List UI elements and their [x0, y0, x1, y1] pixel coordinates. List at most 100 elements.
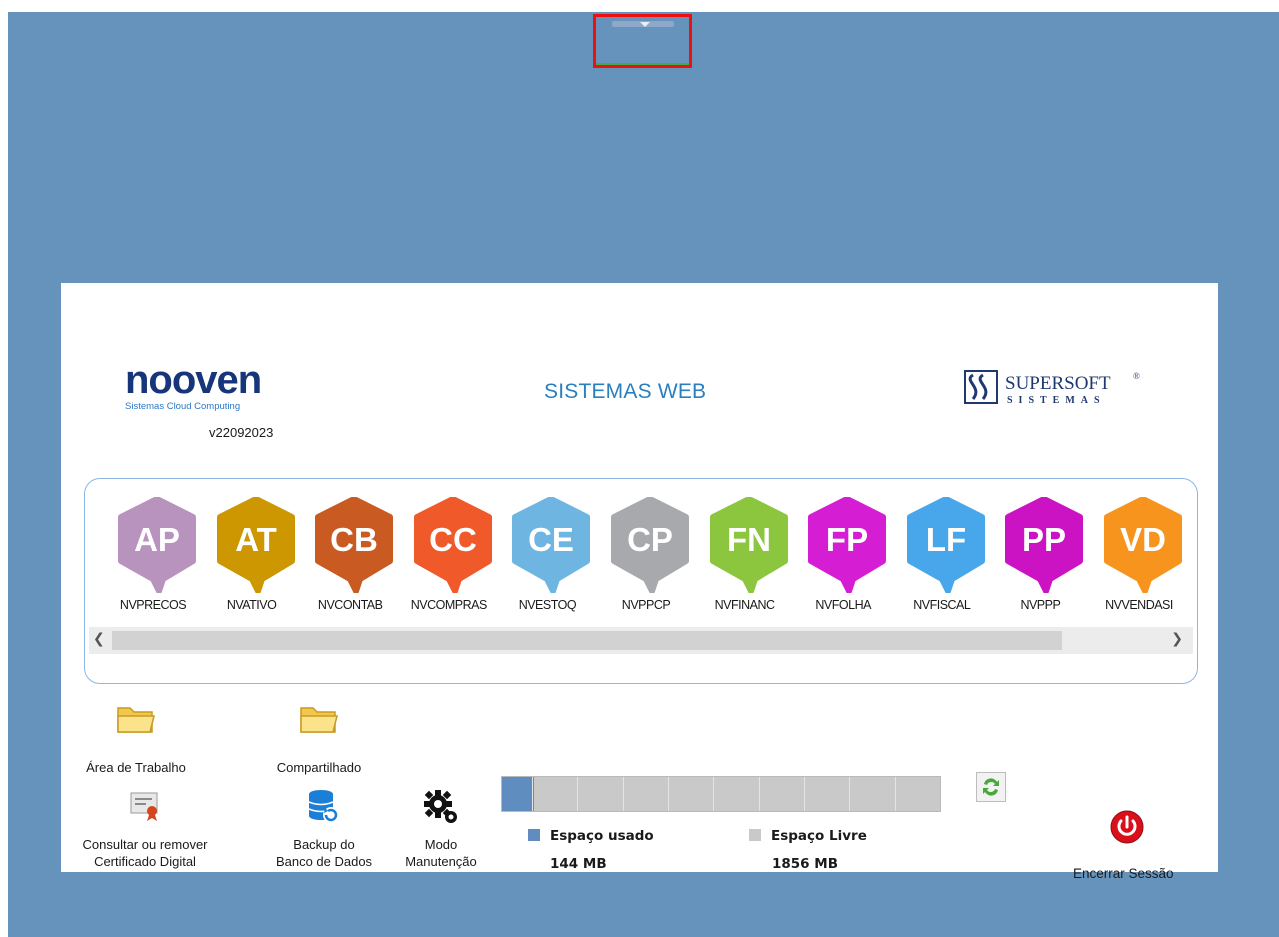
storage-segment-divider	[577, 777, 579, 811]
used-space-value: 144 MB	[550, 856, 607, 872]
app-label: NVVENDASI	[1105, 598, 1173, 612]
free-space-label: Espaço Livre	[771, 828, 867, 844]
gear-icon	[424, 790, 457, 823]
page-title: SISTEMAS WEB	[544, 380, 707, 403]
app-badge-icon: PP	[1005, 497, 1084, 593]
app-label: NVFISCAL	[913, 598, 971, 612]
launcher-panel: nooven Sistemas Cloud Computing v2209202…	[61, 283, 1218, 881]
app-code: AP	[134, 521, 180, 558]
storage-segment-divider	[894, 777, 896, 811]
storage-segment-divider	[849, 777, 851, 811]
shared-folder-button[interactable]: Compartilhado	[264, 701, 374, 776]
app-code: FP	[826, 521, 868, 558]
app-label: NVPPP	[1020, 598, 1061, 612]
storage-segment-divider	[758, 777, 760, 811]
app-code: CP	[627, 521, 673, 558]
maintenance-label-1: Modo	[424, 837, 458, 852]
app-code: CB	[330, 521, 378, 558]
app-tile-nvcompras[interactable]: CC NVCOMPRAS	[401, 497, 497, 617]
workspace-label: Área de Trabalho	[86, 760, 186, 775]
supersoft-subtitle: SISTEMAS	[1007, 395, 1106, 406]
app-code: CE	[528, 521, 574, 558]
logout-label[interactable]: Encerrar Sessão	[1073, 866, 1174, 881]
app-badge-icon: CB	[315, 497, 394, 593]
app-tile-nvestoq[interactable]: CE NVESTOQ	[499, 497, 595, 617]
storage-segment-divider	[804, 777, 805, 811]
certificate-label-1: Consultar ou remover	[82, 837, 208, 852]
scroll-left-icon[interactable]: ❮	[93, 631, 105, 647]
scrollbar-thumb[interactable]	[112, 631, 1062, 650]
storage-segment-divider	[713, 777, 715, 811]
storage-segment-divider	[532, 777, 533, 811]
used-space-legend: Espaço usado	[528, 828, 654, 844]
app-tile-nvfolha[interactable]: FP NVFOLHA	[795, 497, 891, 617]
app-code: FN	[727, 521, 771, 558]
free-space-value: 1856 MB	[772, 856, 838, 872]
backup-label-1: Backup do	[293, 837, 355, 852]
app-code: VD	[1120, 521, 1166, 558]
app-tile-nvativo[interactable]: AT NVATIVO	[204, 497, 300, 617]
chevron-down-icon	[640, 22, 650, 27]
app-badge-icon: LF	[906, 497, 985, 593]
app-label: NVATIVO	[226, 598, 277, 612]
version-label: v22092023	[209, 425, 274, 440]
folder-icon	[300, 707, 338, 733]
app-code: LF	[926, 521, 966, 558]
certificate-button[interactable]: Consultar ou remover Certificado Digital	[75, 788, 215, 870]
app-tile-nvvendasi[interactable]: VD NVVENDASI	[1091, 497, 1187, 617]
app-badge-icon: FN	[709, 497, 788, 593]
used-swatch	[528, 829, 540, 841]
app-badge-icon: CP	[611, 497, 689, 593]
app-tile-nvppcp[interactable]: CP NVPPCP	[598, 497, 694, 617]
database-backup-icon	[308, 790, 339, 823]
maintenance-mode-button[interactable]: Modo Manutenção	[391, 788, 491, 870]
app-label: NVCONTAB	[317, 598, 383, 612]
app-label: NVPPCP	[621, 598, 671, 612]
apps-container: AP NVPRECOS AT NVATIVO CB NVCONTAB CC NVCOMPRAS…	[84, 478, 1198, 684]
certificate-icon	[130, 792, 158, 821]
maintenance-label-2: Manutenção	[405, 854, 477, 869]
app-code: AT	[235, 521, 277, 558]
free-swatch	[749, 829, 761, 841]
scroll-right-icon[interactable]: ❯	[1171, 631, 1183, 647]
app-label: NVFINANC	[714, 598, 775, 612]
app-label: NVESTOQ	[518, 598, 577, 612]
supersoft-registered-mark: ®	[1133, 371, 1140, 381]
app-badge-icon: FP	[808, 497, 887, 593]
nooven-logo: nooven Sistemas Cloud Computing	[125, 361, 262, 412]
storage-segment-divider	[622, 777, 624, 811]
app-badge-icon: AP	[118, 497, 196, 593]
app-code: PP	[1022, 521, 1066, 558]
shared-label: Compartilhado	[276, 760, 362, 775]
app-badge-icon: CC	[413, 497, 492, 593]
supersoft-wordmark: SUPERSOFT	[1005, 373, 1111, 394]
brand-tagline: Sistemas Cloud Computing	[125, 401, 240, 412]
app-label: NVPRECOS	[119, 598, 187, 612]
brand-name: nooven	[125, 361, 261, 402]
backup-button[interactable]: Backup do Banco de Dados	[269, 788, 379, 870]
certificate-label-2: Certificado Digital	[94, 854, 196, 869]
free-space-legend: Espaço Livre	[749, 828, 867, 844]
horizontal-scrollbar[interactable]: ❮ ❯	[89, 627, 1193, 654]
app-tile-nvfiscal[interactable]: LF NVFISCAL	[894, 497, 990, 617]
app-badge-icon: CE	[512, 497, 591, 593]
refresh-button[interactable]	[976, 772, 1006, 802]
workspace-folder-button[interactable]: Área de Trabalho	[81, 701, 191, 776]
refresh-icon	[983, 778, 999, 796]
app-badge-icon: AT	[216, 497, 295, 593]
app-code: CC	[429, 521, 477, 558]
storage-segment-divider	[668, 777, 669, 811]
app-tile-nvprecos[interactable]: AP NVPRECOS	[105, 497, 201, 617]
folder-icon	[117, 707, 155, 733]
app-label: NVCOMPRAS	[410, 598, 488, 612]
app-tile-nvcontab[interactable]: CB NVCONTAB	[302, 497, 398, 617]
backup-label-2: Banco de Dados	[275, 854, 373, 869]
power-icon[interactable]	[1109, 809, 1145, 845]
used-space-label: Espaço usado	[550, 828, 654, 844]
storage-used-fill	[502, 777, 534, 811]
connection-bar-tab[interactable]	[593, 14, 692, 68]
app-tile-nvfinanc[interactable]: FN NVFINANC	[697, 497, 793, 617]
supersoft-logo: SUPERSOFT ® SISTEMAS	[964, 370, 1140, 406]
app-tile-nvppp[interactable]: PP NVPPP	[992, 497, 1088, 617]
app-badge-icon: VD	[1104, 497, 1182, 593]
